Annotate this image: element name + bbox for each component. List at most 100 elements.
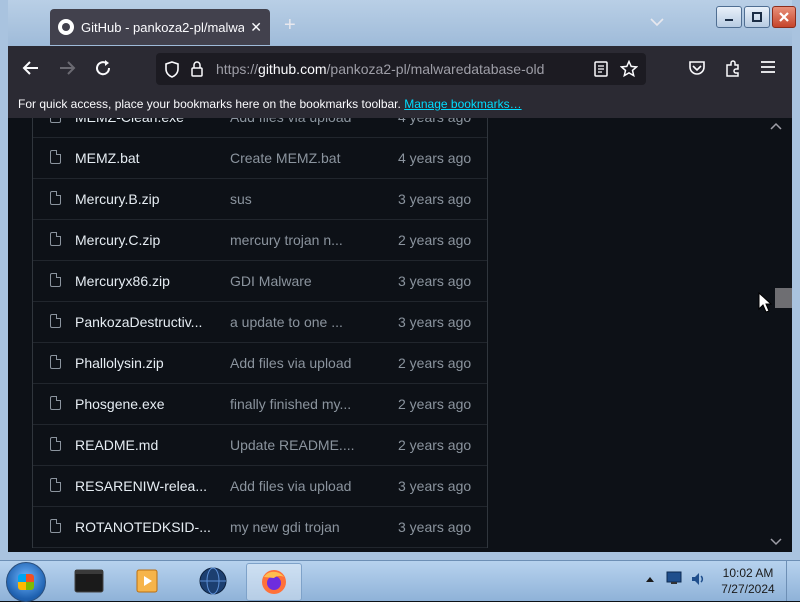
pocket-icon (689, 61, 705, 75)
github-icon (58, 19, 74, 35)
window-controls (716, 6, 796, 28)
shield-icon[interactable] (164, 61, 180, 78)
forward-arrow-icon (60, 61, 76, 75)
reload-button[interactable] (94, 59, 112, 80)
commit-message-link[interactable]: Add files via upload (230, 118, 351, 125)
file-icon (50, 314, 61, 328)
commit-message-link[interactable]: finally finished my... (230, 396, 351, 412)
file-row[interactable]: Mercury.C.zip mercury trojan n... 2 years … (33, 220, 487, 261)
file-icon (50, 396, 61, 410)
forward-button[interactable] (58, 59, 76, 80)
address-bar[interactable]: https://github.com/pankoza2-pl/malwareda… (156, 53, 646, 85)
taskbar-app-media-player[interactable] (120, 563, 174, 599)
file-icon (50, 232, 61, 246)
extensions-button[interactable] (724, 59, 742, 80)
file-row[interactable]: MEMZ-Clean.exe Add files via upload 4 year… (33, 118, 487, 138)
commit-age: 3 years ago (398, 191, 472, 207)
scroll-up-arrow[interactable] (770, 122, 782, 133)
file-name-link[interactable]: MEMZ.bat (75, 150, 140, 166)
page-content: MEMZ-Clean.exe Add files via upload 4 year… (8, 118, 792, 552)
maximize-button[interactable] (744, 6, 770, 28)
commit-age: 2 years ago (398, 396, 472, 412)
chevron-up-icon (646, 577, 654, 582)
file-name-link[interactable]: MEMZ-Clean.exe (75, 118, 184, 125)
file-name-link[interactable]: Mercury.B.zip (75, 191, 160, 207)
file-row[interactable]: README.md Update README.... 2 years ago (33, 425, 487, 466)
file-name-link[interactable]: ROTANOTEDKSID-... (75, 519, 211, 535)
window-border-bottom (0, 552, 800, 560)
file-name-link[interactable]: Mercury.C.zip (75, 232, 160, 248)
commit-message-link[interactable]: mercury trojan n... (230, 232, 343, 248)
file-row[interactable]: ROTANOTEDKSID-... my new gdi trojan 3 year… (33, 507, 487, 548)
close-tab-icon[interactable]: ✕ (250, 19, 262, 36)
file-row[interactable]: Mercuryx86.zip GDI Malware 3 years ago (33, 261, 487, 302)
commit-message-link[interactable]: Update README.... (230, 437, 355, 453)
taskbar-app-firefox[interactable] (246, 563, 302, 601)
taskbar-clock[interactable]: 10:02 AM 7/27/2024 (716, 565, 780, 597)
commit-age: 4 years ago (398, 118, 471, 125)
hamburger-menu-icon (761, 61, 775, 73)
network-tray[interactable] (666, 571, 682, 588)
commit-age: 3 years ago (398, 314, 472, 330)
commit-message-link[interactable]: sus (230, 191, 252, 207)
file-icon (50, 519, 61, 533)
terminal-icon (74, 569, 104, 593)
file-name-link[interactable]: Phallolysin.zip (75, 355, 164, 371)
bookmark-star-icon[interactable] (620, 60, 638, 78)
file-name-link[interactable]: Mercuryx86.zip (75, 273, 170, 289)
network-icon (666, 571, 682, 584)
bookmarks-hint: For quick access, place your bookmarks h… (18, 97, 401, 111)
lock-icon[interactable] (190, 60, 204, 77)
file-row[interactable]: Mercury.B.zip sus 3 years ago (33, 179, 487, 220)
file-row[interactable]: RESARENIW-relea... Add files via upload 3 … (33, 466, 487, 507)
tab-title: GitHub - pankoza2-pl/malwaredatabase-old (81, 19, 245, 35)
file-name-link[interactable]: RESARENIW-relea... (75, 478, 207, 494)
manage-bookmarks-link[interactable]: Manage bookmarks… (404, 97, 521, 111)
commit-message-link[interactable]: Create MEMZ.bat (230, 150, 340, 166)
new-tab-button[interactable]: + (284, 14, 296, 37)
minimize-button[interactable] (716, 6, 742, 28)
close-icon (779, 12, 789, 22)
window-border-right (792, 0, 800, 560)
clock-date: 7/27/2024 (721, 582, 775, 596)
file-icon (50, 478, 61, 492)
back-button[interactable] (22, 59, 40, 80)
show-hidden-icons-button[interactable] (646, 571, 654, 585)
file-name-link[interactable]: Phosgene.exe (75, 396, 165, 412)
commit-message-link[interactable]: a update to one ... (230, 314, 343, 330)
commit-message-link[interactable]: GDI Malware (230, 273, 312, 289)
start-button[interactable] (6, 562, 46, 602)
app-menu-button[interactable] (760, 59, 776, 78)
commit-age: 3 years ago (398, 478, 472, 494)
reload-icon (96, 60, 111, 76)
reader-view-icon[interactable] (594, 61, 608, 77)
file-icon (50, 273, 61, 287)
file-row[interactable]: MEMZ.bat Create MEMZ.bat 4 years ago (33, 138, 487, 179)
file-icon (50, 191, 61, 205)
taskbar-app-globe[interactable] (186, 563, 240, 599)
browser-tab[interactable]: GitHub - pankoza2-pl/malwaredatabase-old… (50, 9, 270, 45)
scroll-down-arrow[interactable] (770, 538, 782, 549)
taskbar-app-terminal[interactable] (62, 563, 116, 599)
show-desktop-button[interactable] (786, 561, 799, 601)
minimize-icon (725, 19, 733, 21)
volume-tray[interactable] (690, 571, 706, 590)
file-row[interactable]: Phallolysin.zip Add files via upload 2 yea… (33, 343, 487, 384)
commit-message-link[interactable]: Add files via upload (230, 355, 351, 371)
maximize-icon (752, 12, 762, 22)
file-name-link[interactable]: PankozaDestructiv... (75, 314, 202, 330)
commit-message-link[interactable]: Add files via upload (230, 478, 351, 494)
scrollbar-thumb[interactable] (775, 288, 792, 308)
file-name-link[interactable]: README.md (75, 437, 158, 453)
navigation-toolbar: https://github.com/pankoza2-pl/malwareda… (8, 46, 792, 92)
commit-message-link[interactable]: my new gdi trojan (230, 519, 340, 535)
pocket-button[interactable] (688, 59, 706, 80)
back-arrow-icon (22, 61, 38, 75)
close-window-button[interactable] (772, 6, 796, 28)
list-tabs-button[interactable] (650, 16, 664, 30)
url-text[interactable]: https://github.com/pankoza2-pl/malwareda… (216, 61, 544, 77)
file-row[interactable]: PankozaDestructiv... a update to one ... 3… (33, 302, 487, 343)
file-row[interactable]: Phosgene.exe finally finished my... 2 year… (33, 384, 487, 425)
bookmarks-toolbar: For quick access, place your bookmarks h… (8, 92, 792, 118)
taskbar: 10:02 AM 7/27/2024 (0, 560, 800, 602)
